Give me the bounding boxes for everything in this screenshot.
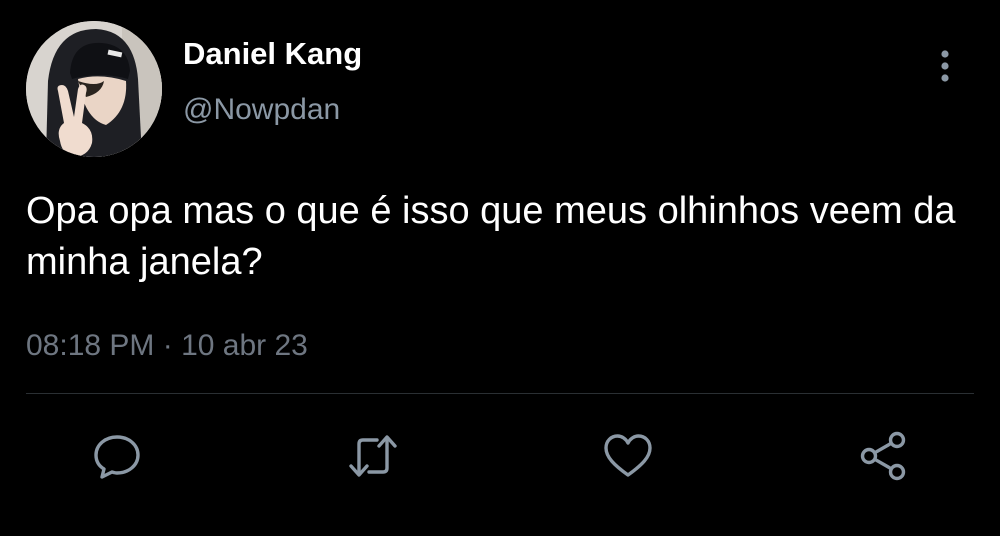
reply-button[interactable] bbox=[91, 430, 143, 482]
tweet-card: Daniel Kang @Nowpdan Opa opa mas o que é… bbox=[0, 0, 1000, 536]
tweet-text: Opa opa mas o que é isso que meus olhinh… bbox=[26, 190, 956, 283]
divider bbox=[26, 393, 974, 394]
tweet-time: 08:18 PM bbox=[26, 329, 155, 362]
share-icon bbox=[860, 431, 906, 481]
timestamp-separator: · bbox=[154, 329, 182, 362]
tweet-date: 10 abr 23 bbox=[181, 329, 308, 362]
display-name[interactable]: Daniel Kang bbox=[183, 34, 362, 74]
retweet-icon bbox=[349, 435, 397, 477]
heart-icon bbox=[604, 434, 652, 477]
avatar[interactable] bbox=[26, 21, 162, 157]
share-button[interactable] bbox=[857, 430, 909, 482]
more-vertical-icon bbox=[941, 50, 949, 82]
like-button[interactable] bbox=[602, 430, 654, 482]
avatar-photo bbox=[26, 21, 162, 157]
reply-icon bbox=[94, 435, 140, 479]
tweet-timestamp[interactable]: 08:18 PM · 10 abr 23 bbox=[26, 326, 308, 366]
more-options-button[interactable] bbox=[928, 44, 962, 88]
user-handle[interactable]: @Nowpdan bbox=[183, 90, 340, 130]
retweet-button[interactable] bbox=[347, 430, 399, 482]
